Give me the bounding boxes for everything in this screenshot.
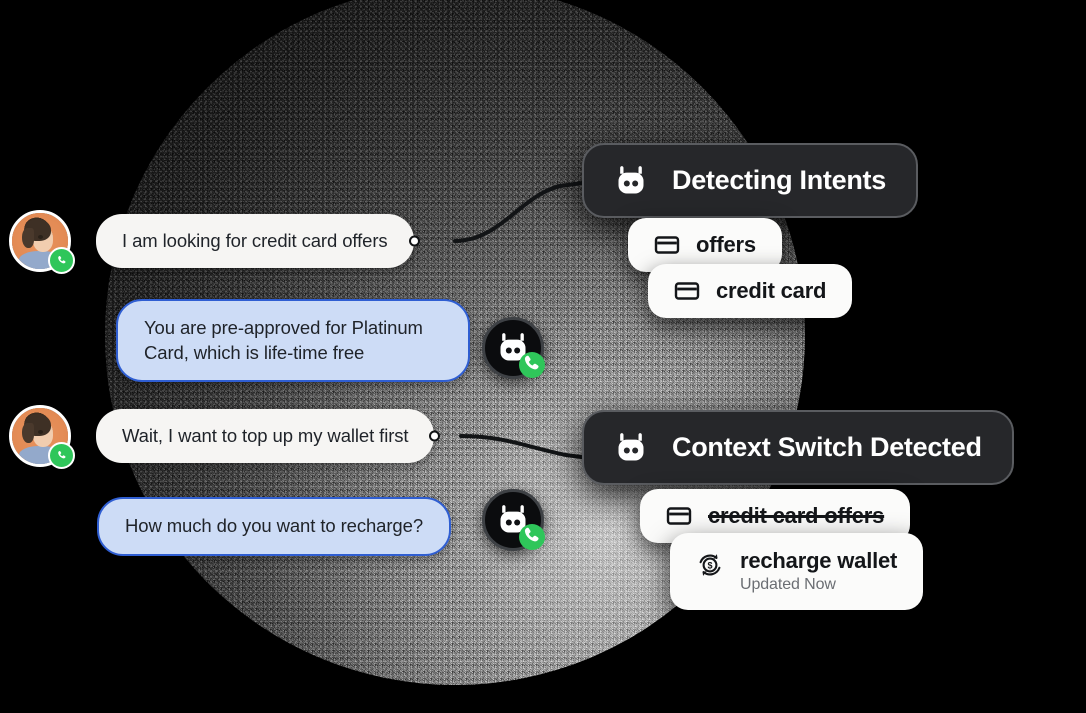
intent-chip-sublabel: Updated Now [740, 576, 836, 593]
message-text: Wait, I want to top up my wallet first [122, 424, 409, 446]
message-text: You are pre-approved for Platinum Card, … [144, 317, 423, 363]
intent-chip-text-group: recharge wallet Updated Now [740, 548, 897, 594]
whatsapp-phone-icon [48, 442, 75, 469]
connector-anchor-dot [408, 235, 420, 247]
connector-anchor-dot [429, 430, 441, 442]
credit-card-icon [666, 507, 692, 525]
message-bubble-user: I am looking for credit card offers [96, 213, 420, 269]
intent-chip-label: credit card [716, 278, 827, 303]
avatar [9, 405, 75, 469]
intent-chip-label: recharge wallet [740, 548, 898, 573]
intent-chip-label: offers [696, 232, 756, 257]
message-row-3: Wait, I want to top up my wallet first [9, 405, 441, 469]
robot-icon [618, 165, 644, 193]
bot-avatar-icon [482, 317, 545, 379]
illustration-stage: I am looking for credit card offers You … [0, 0, 1086, 713]
status-card-context-switch[interactable]: Context Switch Detected [582, 410, 1014, 485]
avatar [9, 210, 75, 274]
message-row-2: You are pre-approved for Platinum Card, … [116, 299, 470, 383]
svg-text:$: $ [707, 561, 712, 571]
intent-chip-recharge-wallet[interactable]: $ recharge wallet Updated Now [670, 533, 924, 610]
message-text: How much do you want to recharge? [125, 515, 424, 536]
avatar-hair-side-shape [21, 422, 34, 443]
intent-chip-credit-card[interactable]: credit card [648, 264, 853, 318]
message-bubble-user: Wait, I want to top up my wallet first [96, 408, 441, 464]
whatsapp-phone-icon [519, 524, 545, 550]
robot-icon [618, 432, 644, 460]
message-bubble-bot: How much do you want to recharge? [97, 497, 452, 556]
whatsapp-phone-icon [48, 247, 75, 274]
intent-chip-label: credit card offers [708, 503, 885, 528]
bot-avatar-icon [482, 489, 545, 551]
credit-card-icon [654, 236, 680, 254]
credit-card-icon [674, 282, 700, 300]
message-row-1: I am looking for credit card offers [9, 210, 420, 274]
status-card-detecting-intents[interactable]: Detecting Intents [582, 143, 918, 218]
recharge-wallet-icon: $ [699, 554, 721, 576]
status-card-title: Context Switch Detected [672, 432, 982, 462]
message-text: I am looking for credit card offers [122, 229, 388, 251]
message-bubble-bot: You are pre-approved for Platinum Card, … [116, 299, 470, 383]
avatar-hair-side-shape [21, 227, 34, 248]
status-card-title: Detecting Intents [672, 165, 886, 195]
whatsapp-phone-icon [519, 352, 545, 378]
message-row-4: How much do you want to recharge? [97, 497, 452, 556]
